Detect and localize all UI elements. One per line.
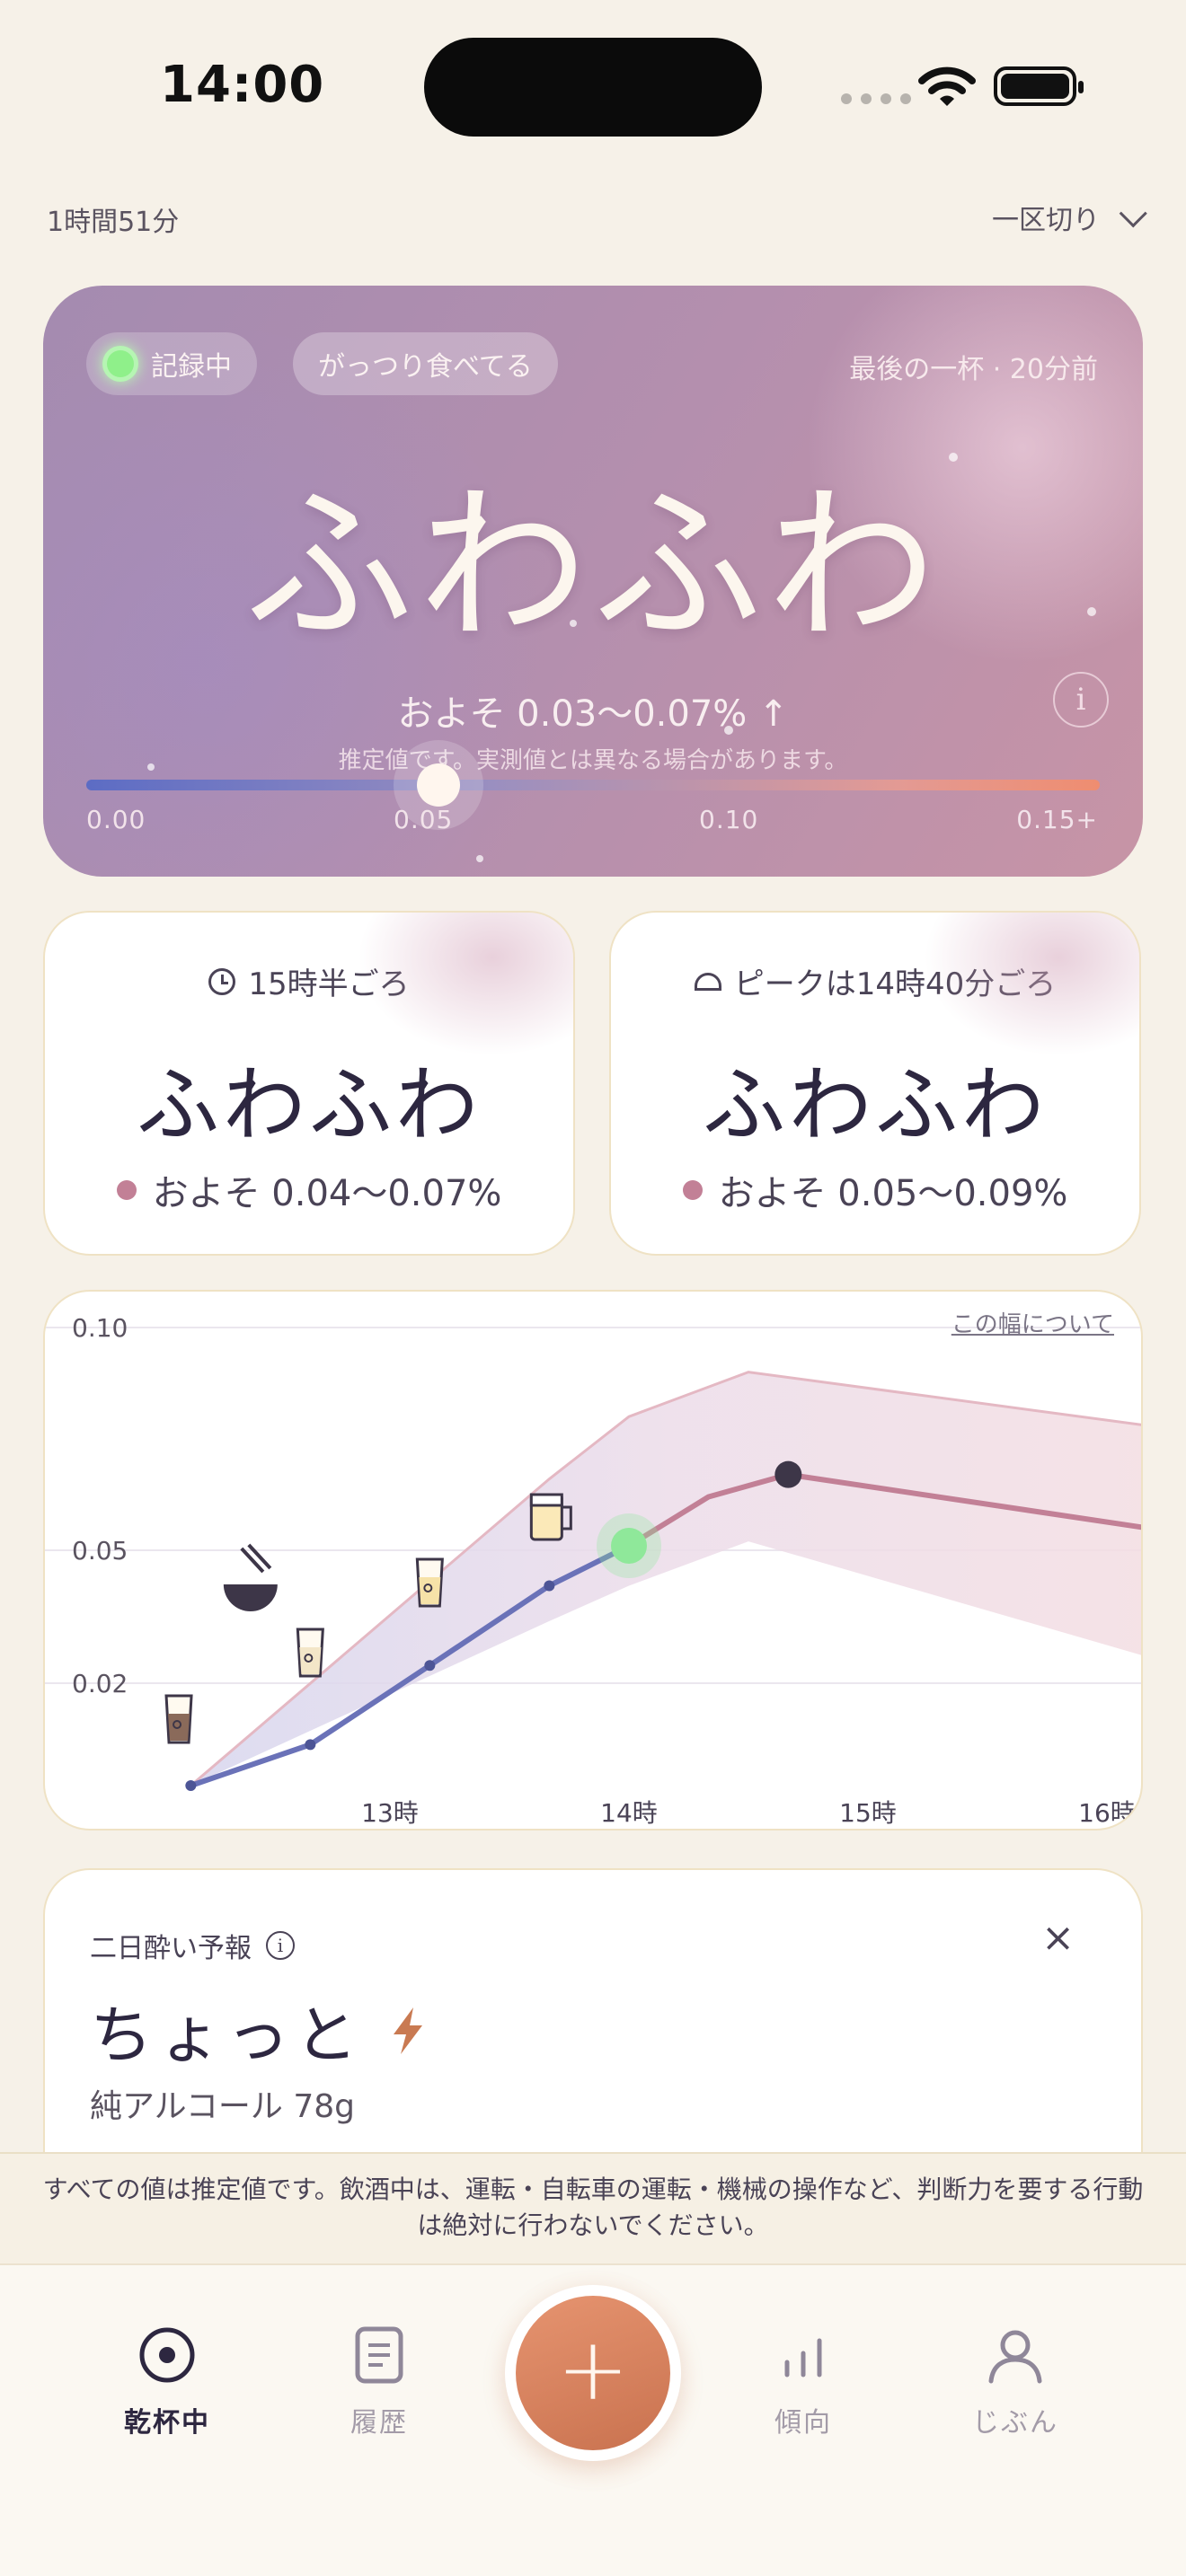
x-tick-label: 15時	[839, 1798, 897, 1828]
forecast-range-row: およそ 0.04〜0.07%	[45, 1164, 573, 1216]
forecast-time: 15時半ごろ	[248, 966, 410, 1002]
foam	[529, 1493, 563, 1507]
session-menu-label: 一区切り	[992, 205, 1100, 236]
hangover-forecast-card: 二日酔い予報 i × ちょっと 純アルコール 78g	[43, 1868, 1143, 2174]
forecast-card-peak[interactable]: ピークは14時40分ごろ ふわふわ およそ 0.05〜0.09%	[609, 911, 1141, 1256]
signal-icon	[841, 93, 911, 104]
current-state-title: ふわふわ	[244, 468, 942, 665]
lightning-icon	[394, 2007, 422, 2054]
recording-chip[interactable]: 記録中	[86, 332, 257, 395]
x-tick-label: 16時	[1078, 1798, 1136, 1828]
hangover-title-row: 二日酔い予報 i	[90, 1926, 295, 1965]
sour-glass-icon	[415, 1557, 444, 1608]
hangover-level-row: ちょっと	[90, 1985, 428, 2076]
chopstick	[247, 1543, 272, 1570]
status-time: 14:00	[160, 56, 325, 114]
bac-range: およそ 0.03〜0.07% ↑	[397, 693, 789, 735]
tab-label: 履歴	[350, 2407, 408, 2439]
range-dot-icon	[116, 1180, 137, 1200]
peak-marker	[774, 1460, 802, 1488]
forecast-card-later[interactable]: 15時半ごろ ふわふわ およそ 0.04〜0.07%	[43, 911, 575, 1256]
ramen-bowl-icon	[223, 1543, 278, 1611]
forecast-range: およそ 0.05〜0.09%	[718, 1173, 1068, 1214]
scale-tick-label: 0.05	[394, 805, 454, 834]
wifi-icon	[918, 66, 976, 106]
last-drink-label: 最後の一杯 · 20分前	[849, 354, 1098, 385]
info-icon[interactable]: i	[266, 1931, 295, 1960]
chevron-down-icon	[1119, 199, 1147, 228]
x-tick-label: 14時	[600, 1798, 658, 1828]
cola-glass-icon	[164, 1694, 193, 1744]
session-menu-button[interactable]: 一区切り	[992, 198, 1147, 237]
bac-scale-thumb	[417, 763, 460, 807]
bowl	[223, 1584, 278, 1611]
pure-alcohol-amount: 純アルコール 78g	[90, 2088, 356, 2125]
band-info-link[interactable]: この幅について	[951, 1306, 1114, 1339]
tab-profile[interactable]: じぶん	[943, 2319, 1087, 2439]
close-button[interactable]: ×	[1041, 1915, 1075, 1961]
forecast-range-row: およそ 0.05〜0.09%	[611, 1164, 1139, 1216]
clock-icon	[208, 967, 236, 995]
tab-label: じぶん	[972, 2407, 1058, 2439]
current-state-card: 記録中 がっつり食べてる 最後の一杯 · 20分前 ふわふわ およそ 0.03〜…	[43, 286, 1143, 877]
scale-tick-label: 0.00	[86, 805, 146, 834]
scale-tick-label: 0.15+	[1016, 805, 1098, 834]
peak-icon	[694, 972, 721, 991]
document-icon	[355, 2326, 403, 2384]
bac-chart: 0.10 0.05 0.02 13時 14時 15時 16時	[45, 1313, 1141, 1828]
forecast-time-row: ピークは14時40分ごろ	[611, 959, 1139, 1003]
hangover-title: 二日酔い予報	[90, 1933, 252, 1964]
forecast-range: およそ 0.04〜0.07%	[152, 1173, 502, 1214]
add-drink-button[interactable]: +	[505, 2285, 681, 2461]
data-point	[544, 1580, 555, 1592]
chopstick	[240, 1547, 265, 1574]
scale-tick-label: 0.10	[699, 805, 759, 834]
y-tick-label: 0.02	[72, 1669, 128, 1698]
y-tick-label: 0.05	[72, 1536, 128, 1566]
range-dot-icon	[682, 1180, 703, 1200]
tab-trends[interactable]: 傾向	[731, 2319, 875, 2439]
estimate-note: 推定値です。実測値とは異なる場合があります。	[338, 747, 848, 774]
hangover-level: ちょっと	[90, 1998, 363, 2072]
now-marker	[611, 1528, 647, 1565]
battery-icon	[994, 66, 1084, 106]
food-status-label: がっつり食べてる	[318, 351, 533, 383]
elapsed-time: 1時間51分	[47, 207, 180, 238]
recording-dot-icon	[102, 346, 138, 382]
data-point	[185, 1780, 197, 1791]
forecast-state: ふわふわ	[702, 1057, 1048, 1153]
bac-scale-bar	[86, 780, 1100, 790]
food-status-chip[interactable]: がっつり食べてる	[293, 332, 558, 395]
dynamic-island	[424, 38, 762, 137]
sparkle-dot	[476, 855, 483, 862]
person-icon	[988, 2330, 1042, 2384]
forecast-time-row: 15時半ごろ	[45, 959, 573, 1003]
tab-cheers[interactable]: 乾杯中	[95, 2319, 239, 2439]
confidence-band	[190, 1372, 1141, 1786]
x-tick-label: 13時	[361, 1798, 419, 1828]
highball-glass-icon	[296, 1628, 324, 1678]
tab-label: 傾向	[774, 2407, 832, 2439]
forecast-time: ピークは14時40分ごろ	[733, 966, 1057, 1002]
bac-chart-card: この幅について 0.10 0.05 0.02 13時 14時 15時 16時	[43, 1290, 1143, 1831]
info-icon[interactable]: i	[1053, 672, 1109, 728]
forecast-state: ふわふわ	[136, 1057, 482, 1153]
tab-history[interactable]: 履歴	[307, 2319, 451, 2439]
safety-disclaimer: すべての値は推定値です。飲酒中は、運転・自転車の運転・機械の操作など、判断力を要…	[0, 2152, 1186, 2263]
plus-icon: +	[516, 2296, 670, 2450]
data-point	[305, 1739, 316, 1751]
recording-label: 記録中	[151, 351, 232, 383]
data-point	[424, 1660, 436, 1672]
bar-chart-icon	[784, 2338, 822, 2378]
target-icon	[139, 2327, 195, 2383]
y-tick-label: 0.10	[72, 1313, 128, 1343]
tab-label: 乾杯中	[124, 2407, 210, 2439]
